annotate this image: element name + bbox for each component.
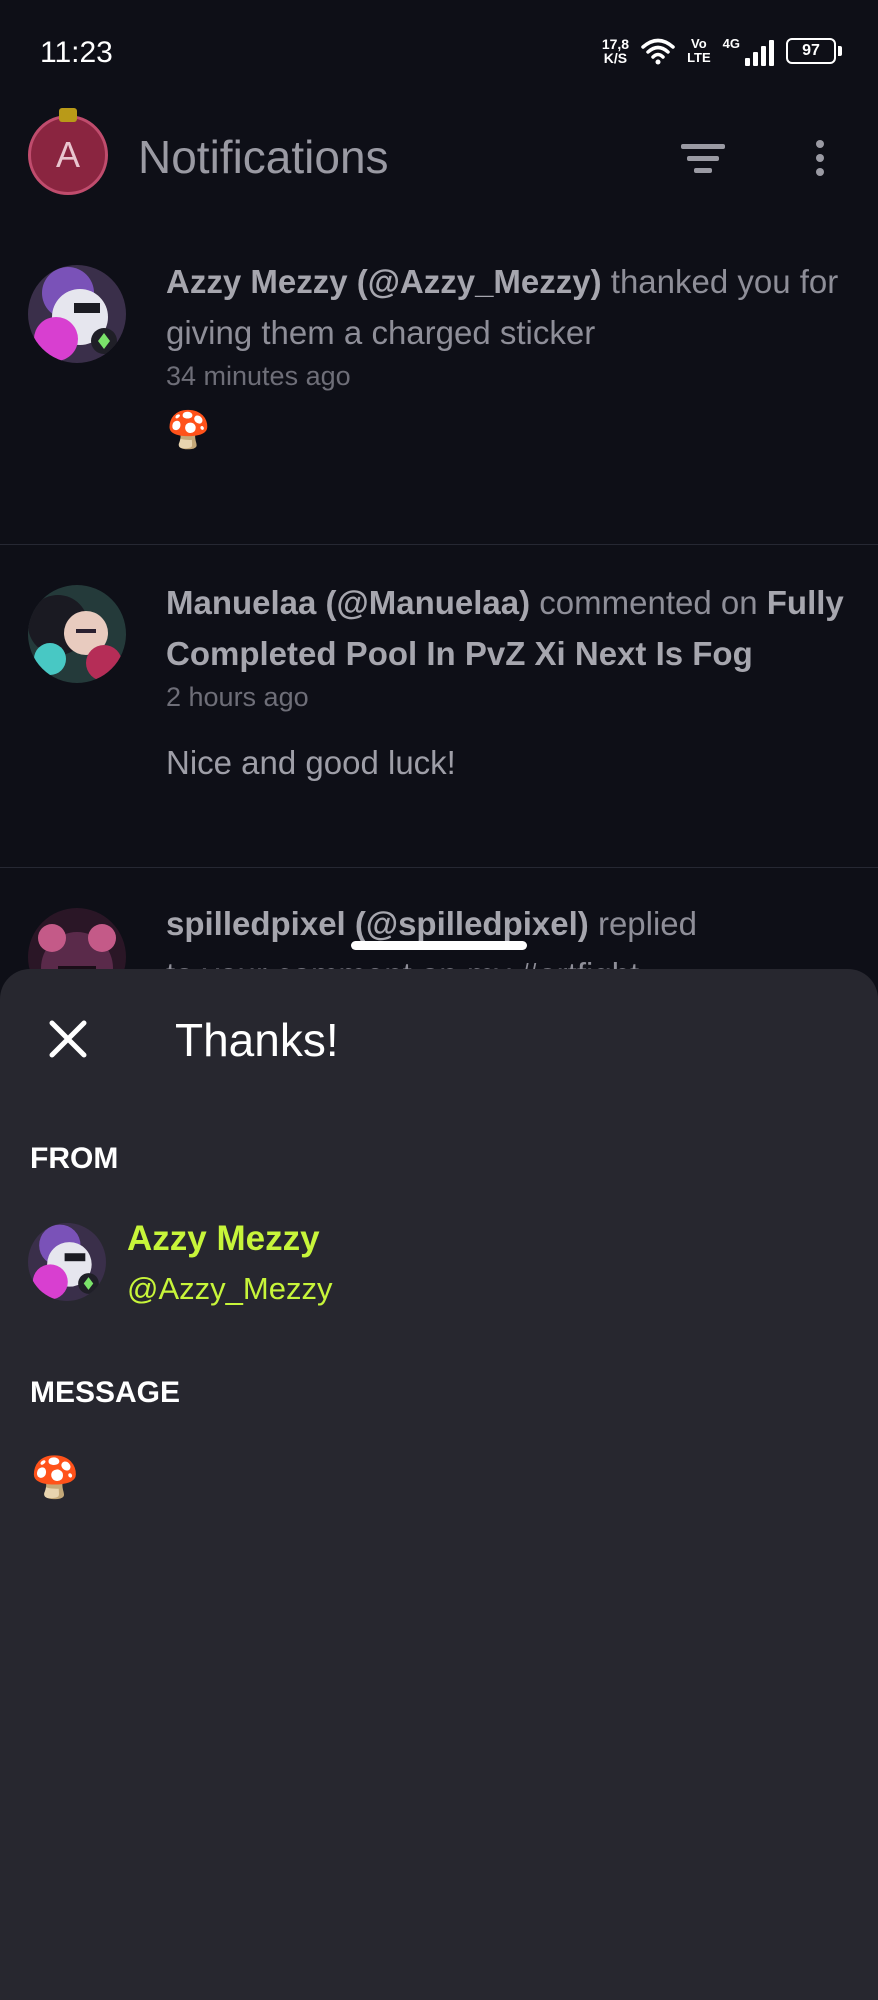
filter-icon: [681, 143, 725, 149]
network-speed-unit: K/S: [603, 50, 628, 66]
status-time: 11:23: [40, 36, 113, 69]
more-vertical-icon: [816, 140, 824, 148]
notification-actor[interactable]: Azzy Mezzy (@Azzy_Mezzy): [166, 263, 602, 300]
battery-level: 97: [786, 38, 836, 64]
notification-time: 34 minutes ago: [166, 361, 351, 391]
sender-name[interactable]: Azzy Mezzy: [127, 1219, 320, 1259]
notification-action: replied: [597, 905, 698, 942]
list-item[interactable]: Azzy Mezzy (@Azzy_Mezzy) thanked you for…: [0, 240, 878, 545]
page-title: Notifications: [138, 131, 389, 183]
notification-body: Manuelaa (@Manuelaa) commented on Fully …: [166, 577, 848, 788]
signal-icon: 4G: [723, 36, 774, 66]
status-bar: 11:23 17,8 K/S Vo LTE 4G 97: [0, 0, 878, 110]
more-options-button[interactable]: [800, 130, 840, 186]
avatar[interactable]: [28, 265, 126, 363]
notification-actor[interactable]: Manuelaa (@Manuelaa): [166, 584, 530, 621]
app-header: A Notifications: [0, 108, 878, 210]
notification-actor[interactable]: spilledpixel (@spilledpixel): [166, 905, 589, 942]
filter-button[interactable]: [675, 130, 731, 186]
thanks-sheet: Thanks! FROM Azzy Mezzy @Azzy_Mezzy MESS…: [0, 969, 878, 2000]
volte-bottom: LTE: [687, 50, 711, 65]
status-icons: 17,8 K/S Vo LTE 4G 97: [602, 36, 842, 66]
list-item[interactable]: Manuelaa (@Manuelaa) commented on Fully …: [0, 545, 878, 868]
message-label: MESSAGE: [30, 1376, 181, 1409]
network-type: 4G: [722, 36, 740, 51]
avatar-letter: A: [55, 134, 80, 175]
sheet-title: Thanks!: [175, 1014, 339, 1066]
avatar[interactable]: [28, 585, 126, 683]
profile-avatar[interactable]: A: [28, 108, 108, 195]
volte-indicator: Vo LTE: [687, 37, 711, 65]
mushroom-emoji: 🍄: [30, 1456, 80, 1500]
avatar[interactable]: [28, 1223, 106, 1301]
wifi-icon: [641, 38, 675, 65]
volte-top: Vo: [691, 36, 707, 51]
from-label: FROM: [30, 1142, 119, 1175]
network-speed-value: 17,8: [601, 36, 630, 52]
notification-body: Azzy Mezzy (@Azzy_Mezzy) thanked you for…: [166, 256, 848, 455]
close-icon[interactable]: [44, 1015, 92, 1063]
battery-icon: 97: [786, 38, 842, 64]
sender-handle[interactable]: @Azzy_Mezzy: [127, 1271, 332, 1307]
crown-icon: [59, 108, 77, 122]
notification-action: commented on: [539, 584, 758, 621]
notification-time: 2 hours ago: [166, 682, 309, 712]
home-indicator[interactable]: [351, 941, 527, 950]
network-speed: 17,8 K/S: [602, 37, 629, 65]
notification-message: Nice and good luck!: [166, 744, 456, 781]
mushroom-emoji: 🍄: [166, 409, 211, 450]
